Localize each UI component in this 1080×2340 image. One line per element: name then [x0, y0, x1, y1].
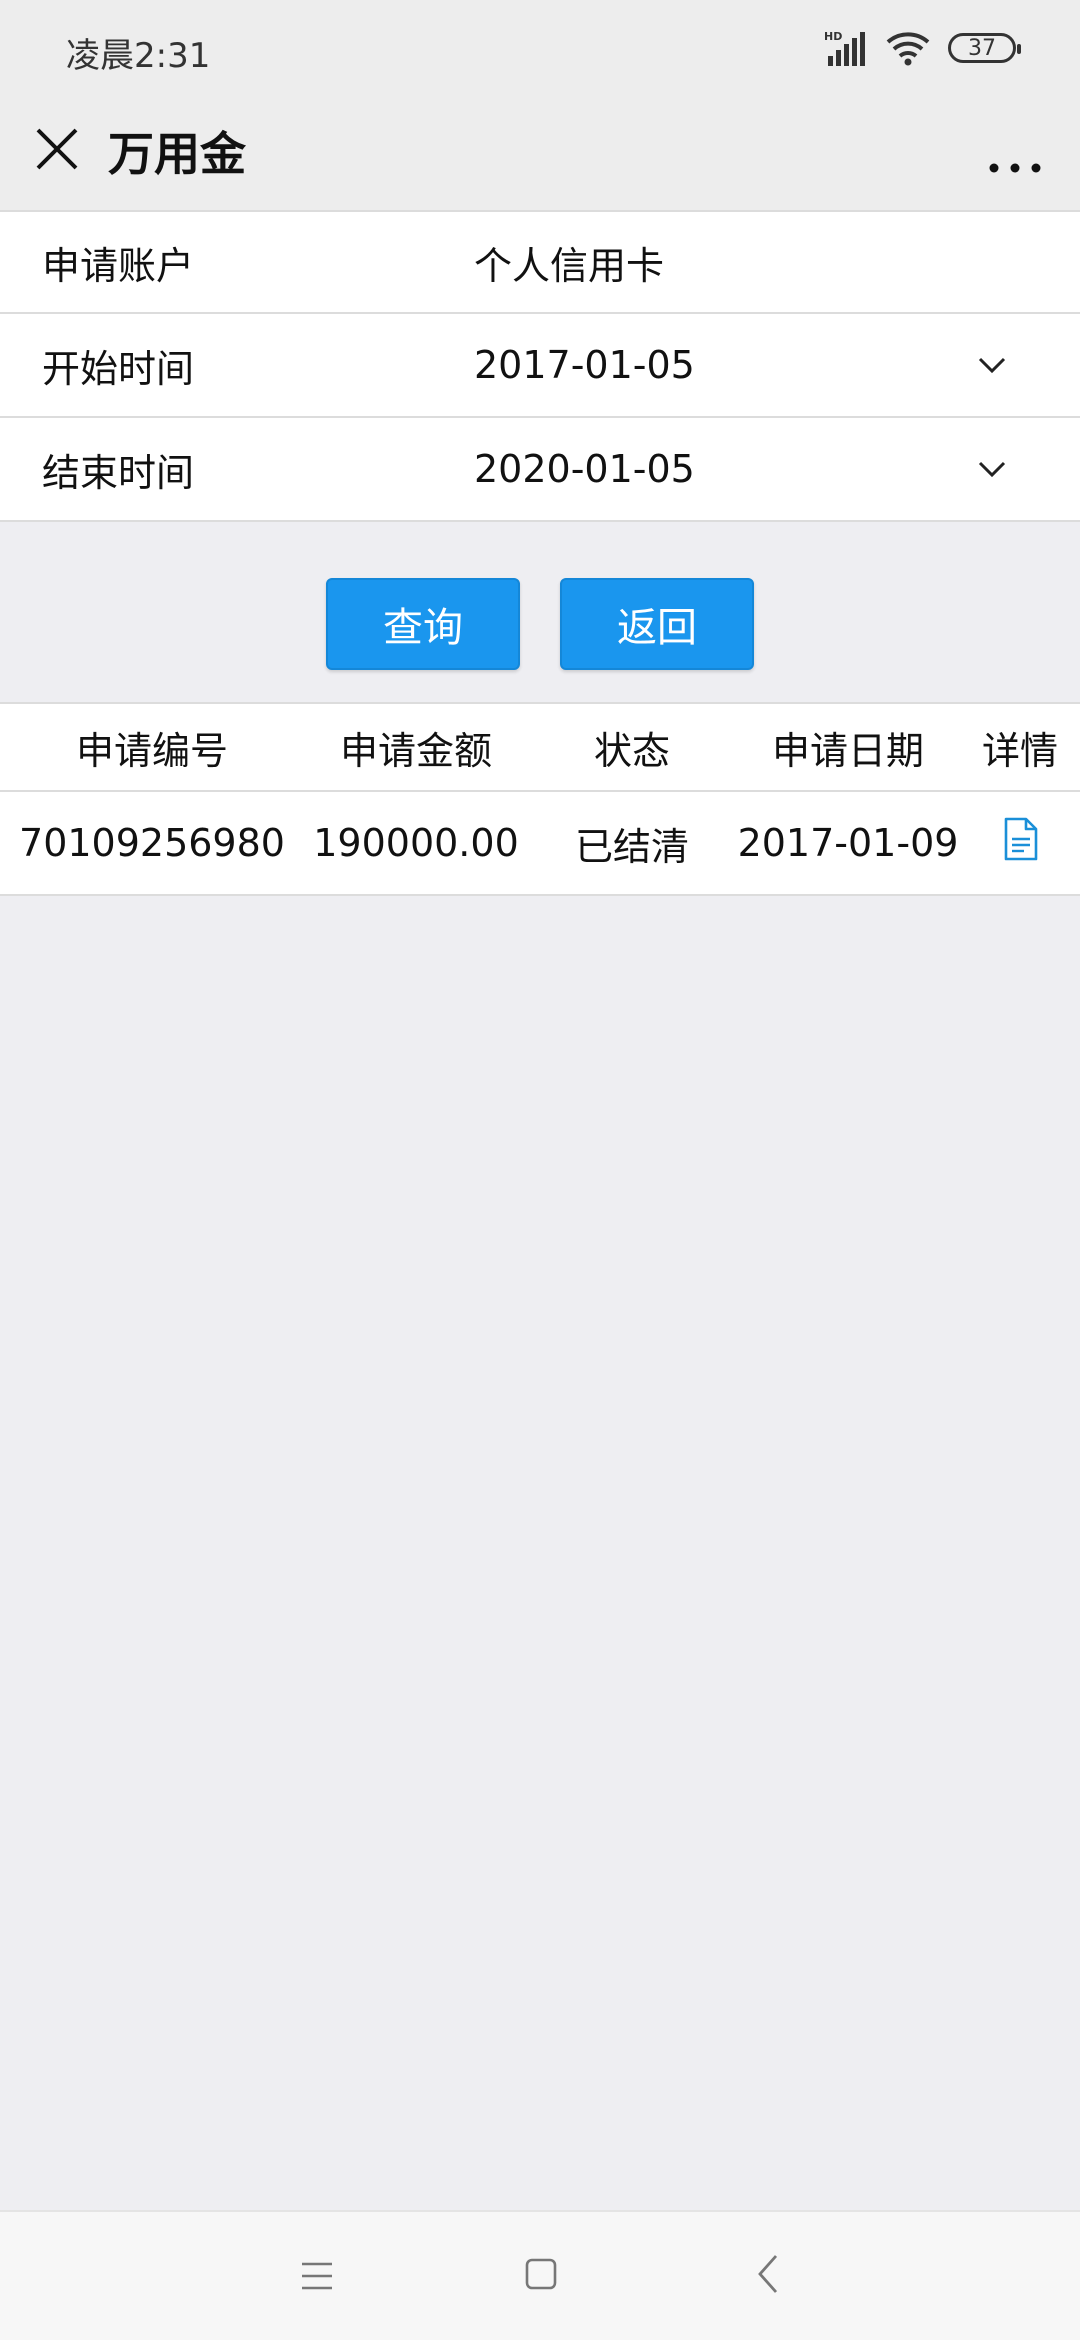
table-row: 70109256980 190000.00 已结清 2017-01-09 — [0, 792, 1080, 896]
back-button[interactable]: 返回 — [560, 578, 754, 670]
header-detail: 详情 — [981, 728, 1058, 773]
result-table: 申请编号 申请金额 状态 申请日期 详情 70109256980 190000.… — [0, 702, 1080, 896]
chevron-down-icon[interactable] — [974, 451, 1010, 487]
home-icon[interactable] — [524, 2254, 558, 2294]
end-date-row[interactable]: 结束时间 2020-01-05 — [0, 418, 1080, 522]
query-button[interactable]: 查询 — [326, 578, 520, 670]
header-amount: 申请金额 — [339, 728, 492, 773]
battery-level: 37 — [968, 35, 996, 61]
account-value: 个人信用卡 — [474, 243, 665, 288]
network-label: HD — [824, 30, 842, 43]
status-bar: 凌晨2:31 HD 37 — [0, 0, 1080, 100]
end-date-label: 结束时间 — [42, 450, 195, 495]
table-header: 申请编号 申请金额 状态 申请日期 详情 — [0, 702, 1080, 792]
row-id: 70109256980 — [19, 821, 285, 865]
system-nav-bar — [0, 2210, 1080, 2340]
battery-icon: 37 — [948, 33, 1021, 63]
account-label: 申请账户 — [42, 243, 195, 288]
account-row: 申请账户 个人信用卡 — [0, 210, 1080, 314]
menu-icon[interactable] — [300, 2256, 334, 2296]
more-icon[interactable] — [970, 122, 1060, 186]
header-status: 状态 — [593, 728, 670, 773]
chevron-down-icon[interactable] — [974, 347, 1010, 383]
status-time: 凌晨2:31 — [66, 36, 211, 76]
row-status: 已结清 — [574, 824, 689, 869]
start-date-label: 开始时间 — [42, 346, 195, 391]
back-icon[interactable] — [754, 2252, 782, 2296]
query-form: 申请账户 个人信用卡 开始时间 2017-01-05 结束时间 2020-01-… — [0, 210, 1080, 522]
header-id: 申请编号 — [75, 728, 228, 773]
row-date: 2017-01-09 — [737, 821, 959, 865]
start-date-value[interactable]: 2017-01-05 — [474, 343, 695, 387]
status-icons: HD 37 — [824, 28, 1021, 68]
button-group: 查询 返回 — [0, 578, 1080, 670]
signal-icon: HD — [824, 30, 865, 66]
end-date-value[interactable]: 2020-01-05 — [474, 447, 695, 491]
wifi-icon — [886, 32, 930, 66]
close-icon[interactable] — [30, 122, 94, 186]
page-title: 万用金 — [108, 127, 246, 181]
header-date: 申请日期 — [771, 728, 924, 773]
start-date-row[interactable]: 开始时间 2017-01-05 — [0, 314, 1080, 418]
row-amount: 190000.00 — [313, 821, 519, 865]
document-icon[interactable] — [1000, 817, 1040, 861]
row-detail[interactable] — [960, 817, 1080, 870]
